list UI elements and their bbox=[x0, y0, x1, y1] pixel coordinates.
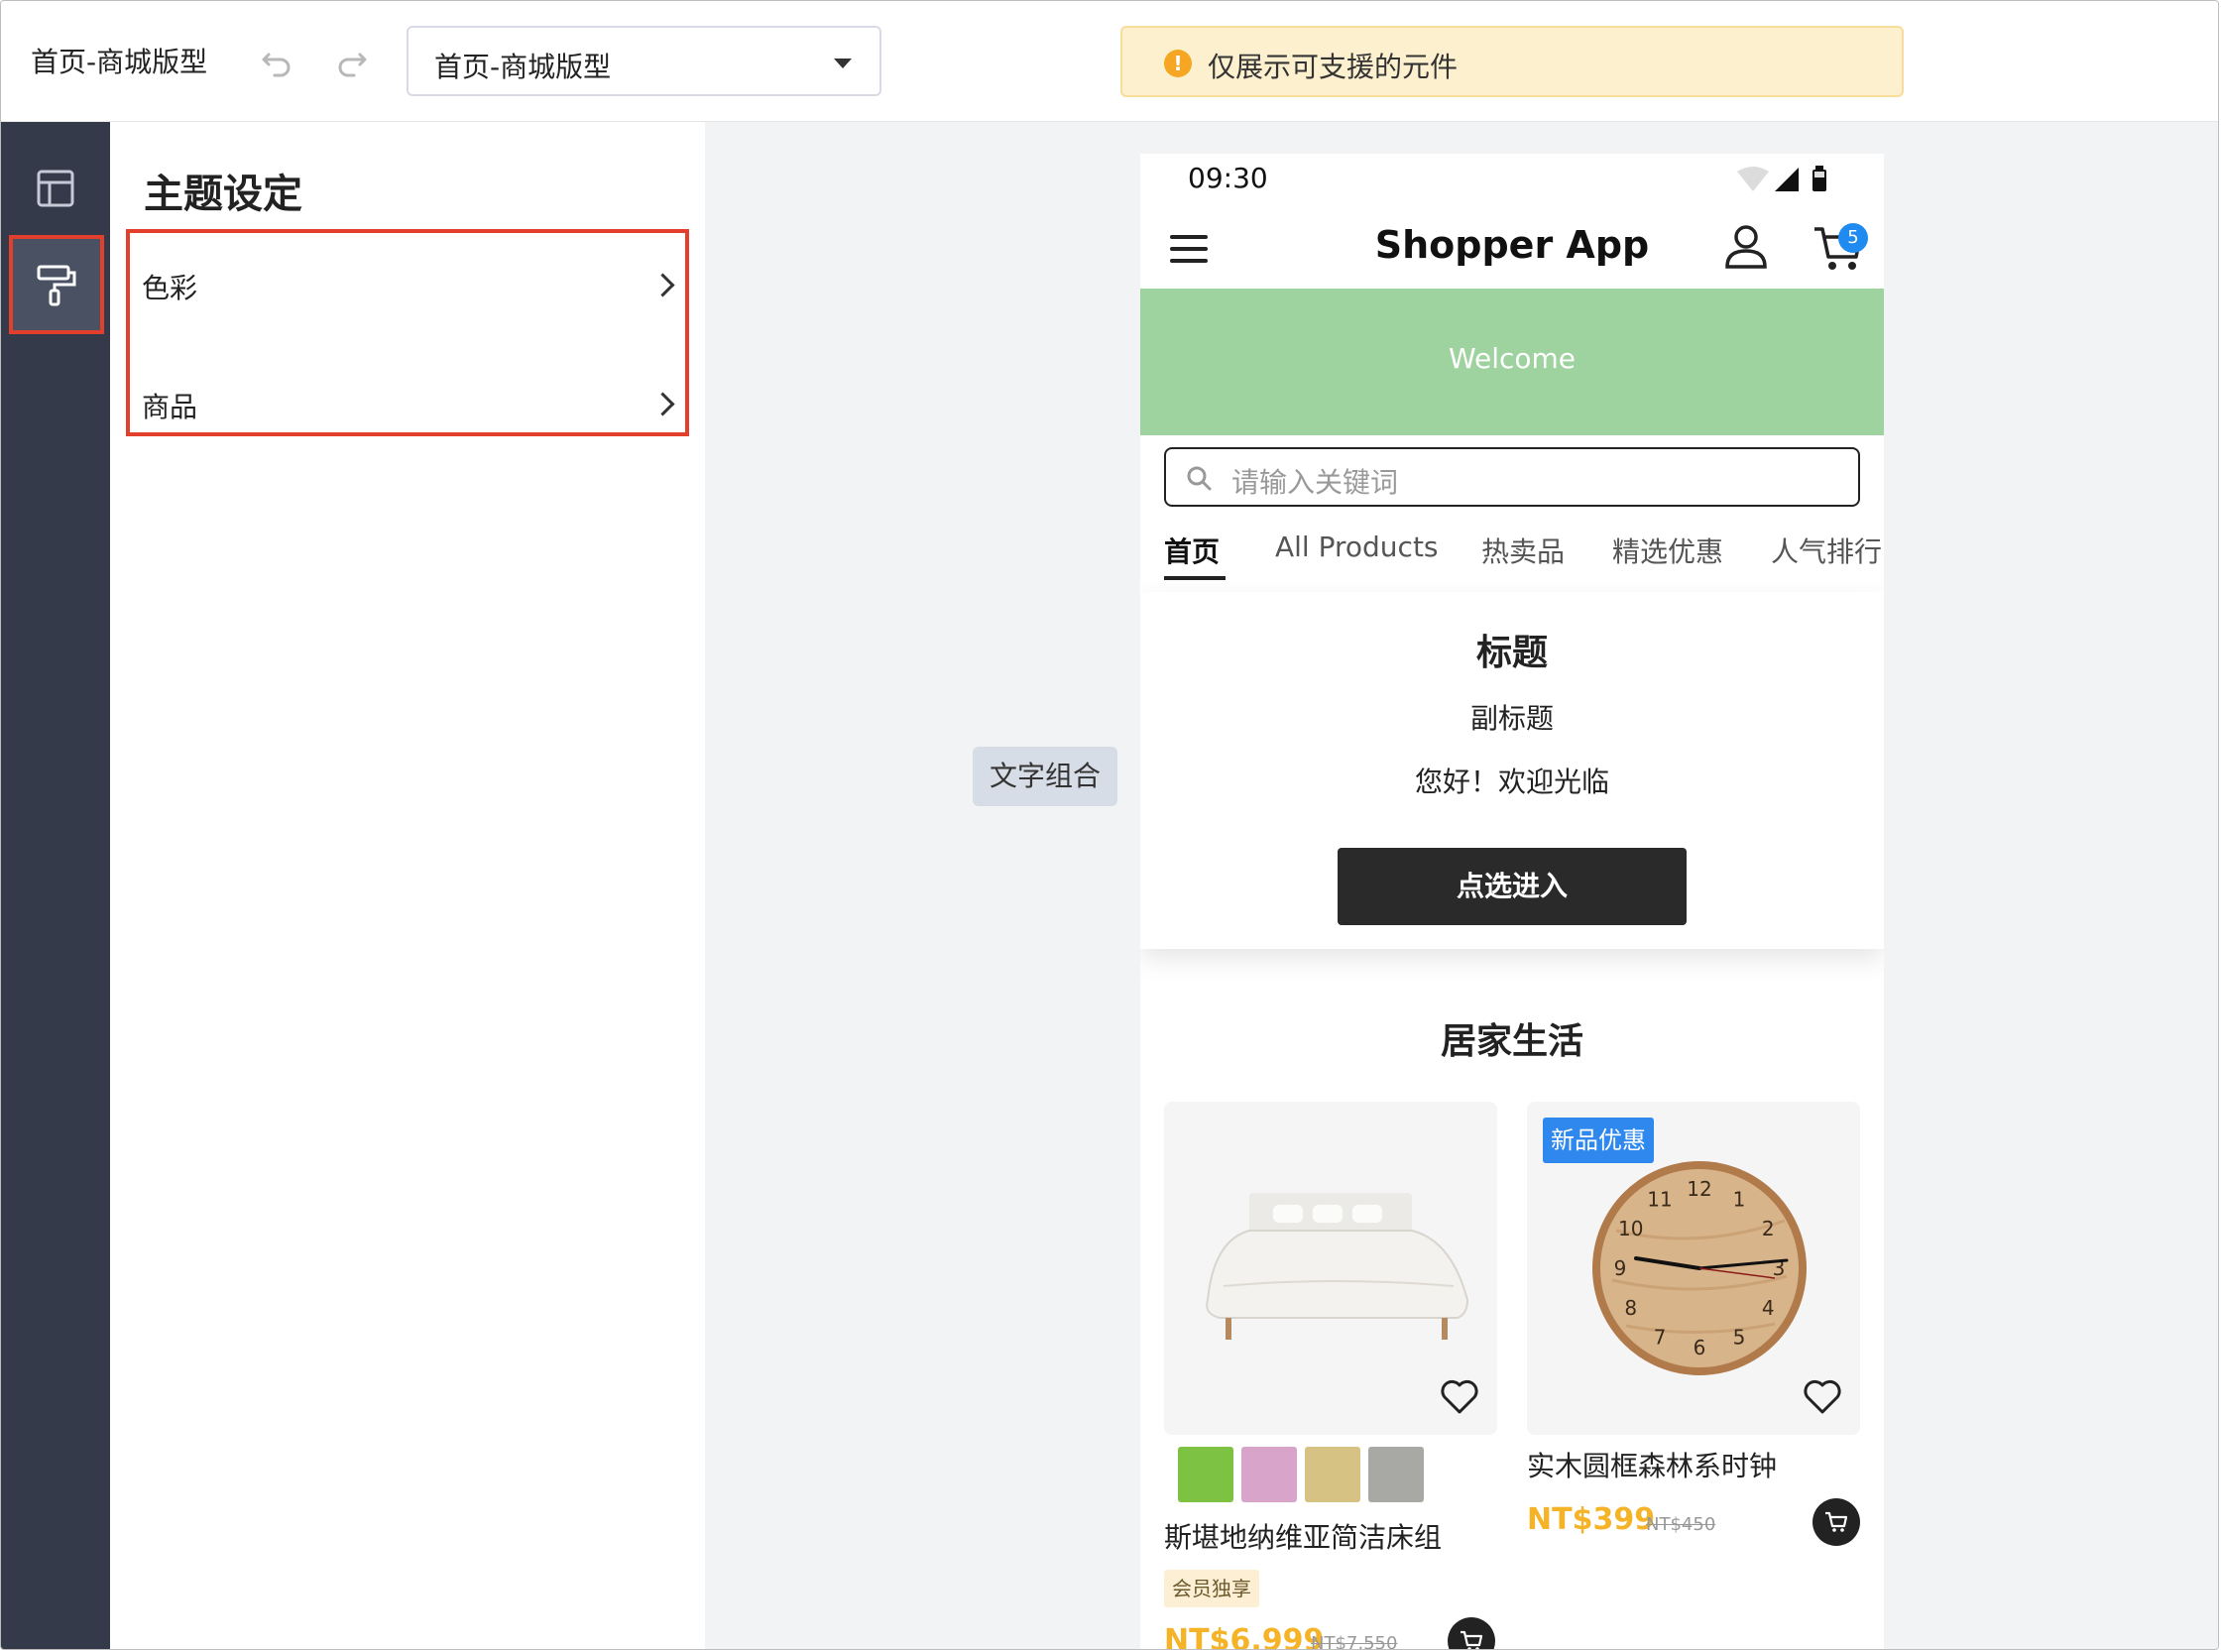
notice-banner: ! 仅展示可支援的元件 bbox=[1120, 26, 1904, 97]
chevron-right-icon bbox=[650, 273, 675, 297]
app-window: 首页-商城版型 首页-商城版型 ! 仅展示可支援的元件 主题设定 色彩 商品 文… bbox=[0, 0, 2219, 1650]
clock-numeral: 6 bbox=[1694, 1336, 1706, 1359]
clock-numeral: 4 bbox=[1762, 1296, 1775, 1320]
product-price: NT$6,999 bbox=[1164, 1623, 1325, 1650]
status-bar: 09:30 bbox=[1140, 154, 1884, 205]
menu-item-label: 商品 bbox=[142, 391, 198, 423]
app-bar: Shopper App 5 bbox=[1140, 205, 1884, 289]
welcome-banner[interactable]: Welcome bbox=[1140, 289, 1884, 435]
member-badge: 会员独享 bbox=[1164, 1570, 1259, 1607]
clock-numeral: 8 bbox=[1624, 1296, 1637, 1320]
panel-title: 主题设定 bbox=[144, 172, 302, 217]
user-icon[interactable] bbox=[1723, 223, 1769, 271]
text-group-tag[interactable]: 文字组合 bbox=[973, 747, 1117, 806]
status-time: 09:30 bbox=[1188, 162, 1268, 194]
product-old-price: NT$450 bbox=[1646, 1514, 1716, 1535]
wifi-icon bbox=[1737, 167, 1769, 191]
clock-numeral: 7 bbox=[1654, 1325, 1667, 1349]
left-rail bbox=[1, 122, 110, 1649]
product-old-price: NT$7,550 bbox=[1311, 1633, 1398, 1650]
notice-text: 仅展示可支援的元件 bbox=[1208, 51, 1459, 83]
clock-numeral: 2 bbox=[1762, 1217, 1775, 1240]
product-image-bed[interactable] bbox=[1164, 1102, 1497, 1435]
page-select-value: 首页-商城版型 bbox=[434, 51, 612, 83]
settings-panel: 主题设定 色彩 商品 bbox=[110, 122, 705, 1649]
product-price: NT$399 bbox=[1527, 1502, 1656, 1537]
clock-numeral: 9 bbox=[1614, 1256, 1627, 1280]
product-name[interactable]: 实木圆框森林系时钟 bbox=[1527, 1445, 1777, 1484]
menu-item-label: 色彩 bbox=[142, 272, 198, 304]
cart-icon bbox=[1461, 1630, 1483, 1649]
layout-icon bbox=[37, 170, 74, 207]
product-name[interactable]: 斯堪地纳维亚简洁床组 bbox=[1164, 1516, 1442, 1556]
clock-numeral: 12 bbox=[1687, 1177, 1711, 1201]
enter-button[interactable]: 点选进入 bbox=[1338, 848, 1687, 925]
caret-down-icon bbox=[834, 59, 852, 68]
status-icons bbox=[1737, 166, 1826, 191]
card-subtitle: 副标题 bbox=[1469, 702, 1554, 735]
product-image-clock[interactable]: 12 1 2 3 4 5 6 7 8 9 10 11 新品优惠 bbox=[1527, 1102, 1860, 1435]
phone-preview: 09:30 Shopper App 5 Welcome 请输入关键词 首页 Al… bbox=[1140, 154, 1884, 1650]
page-title: 首页-商城版型 bbox=[31, 46, 208, 78]
banner-text: Welcome bbox=[1448, 342, 1577, 375]
undo-icon[interactable] bbox=[257, 41, 296, 80]
swatch-pink[interactable] bbox=[1241, 1447, 1297, 1502]
section-title: 居家生活 bbox=[1440, 1021, 1583, 1062]
page-select[interactable]: 首页-商城版型 bbox=[407, 26, 881, 96]
paint-roller-icon bbox=[37, 265, 76, 306]
swatch-green[interactable] bbox=[1178, 1447, 1233, 1502]
tab-all-products[interactable]: All Products bbox=[1275, 531, 1439, 563]
add-to-cart-button[interactable] bbox=[1448, 1617, 1495, 1649]
swatch-gray[interactable] bbox=[1368, 1447, 1424, 1502]
text-group-card[interactable]: 标题 副标题 您好！欢迎光临 点选进入 bbox=[1140, 592, 1884, 949]
cart-icon bbox=[1825, 1511, 1848, 1532]
category-tabs: 首页 All Products 热卖品 精选优惠 人气排行 bbox=[1140, 523, 1884, 592]
search-icon bbox=[1187, 466, 1212, 491]
redo-icon[interactable] bbox=[332, 41, 372, 80]
tab-hot-items[interactable]: 热卖品 bbox=[1481, 531, 1565, 570]
clock-numeral: 5 bbox=[1733, 1325, 1746, 1349]
menu-item-colors[interactable]: 色彩 bbox=[142, 247, 677, 326]
warning-icon: ! bbox=[1164, 50, 1192, 77]
tab-popular[interactable]: 人气排行 bbox=[1771, 531, 1882, 570]
theme-menu: 色彩 商品 bbox=[126, 229, 689, 436]
clock-numeral: 10 bbox=[1618, 1217, 1643, 1240]
search-placeholder: 请输入关键词 bbox=[1231, 466, 1399, 499]
menu-item-products[interactable]: 商品 bbox=[142, 366, 677, 445]
card-greeting: 您好！欢迎光临 bbox=[1414, 766, 1609, 798]
app-title: Shopper App bbox=[1374, 223, 1650, 267]
heart-icon[interactable] bbox=[1803, 1379, 1842, 1415]
active-tab-indicator bbox=[1164, 576, 1226, 580]
tab-home[interactable]: 首页 bbox=[1164, 531, 1220, 570]
clock-numeral: 1 bbox=[1733, 1188, 1746, 1212]
card-title: 标题 bbox=[1475, 633, 1548, 673]
layout-button[interactable] bbox=[9, 140, 104, 239]
search-input[interactable]: 请输入关键词 bbox=[1164, 447, 1860, 507]
theme-button[interactable] bbox=[9, 235, 104, 334]
new-deal-tag: 新品优惠 bbox=[1543, 1118, 1654, 1163]
swatch-tan[interactable] bbox=[1305, 1447, 1360, 1502]
heart-icon[interactable] bbox=[1440, 1379, 1479, 1415]
cart-count-badge: 5 bbox=[1838, 223, 1868, 253]
top-toolbar: 首页-商城版型 首页-商城版型 ! 仅展示可支援的元件 bbox=[1, 1, 2218, 122]
clock-numeral: 11 bbox=[1647, 1188, 1672, 1212]
chevron-right-icon bbox=[650, 392, 675, 416]
signal-icon bbox=[1775, 168, 1799, 191]
tab-featured-deals[interactable]: 精选优惠 bbox=[1612, 531, 1723, 570]
add-to-cart-button[interactable] bbox=[1812, 1498, 1860, 1546]
